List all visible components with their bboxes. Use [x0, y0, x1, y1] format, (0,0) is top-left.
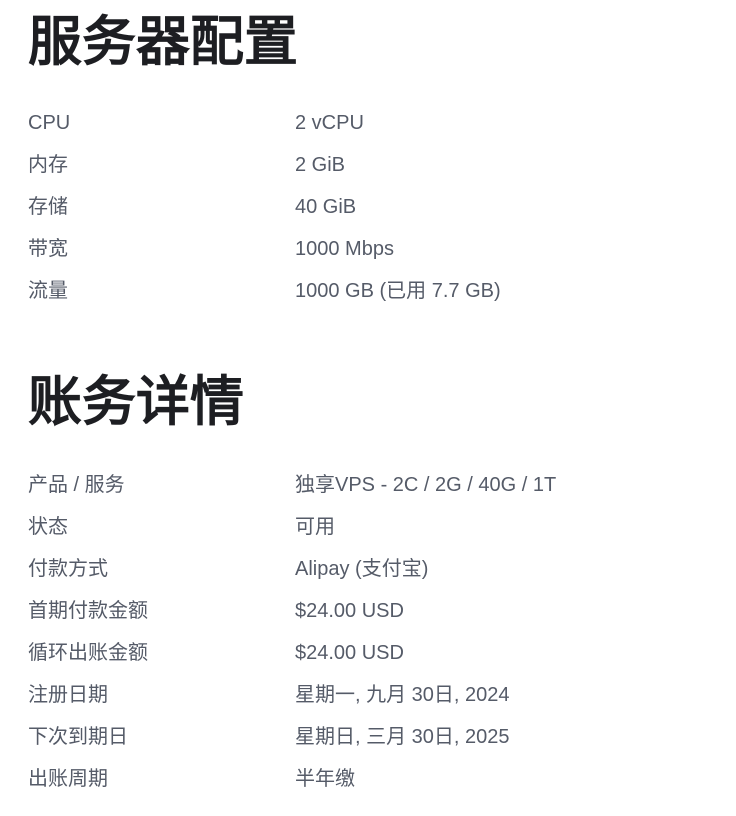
- billing-value-registration-date: 星期一, 九月 30日, 2024: [295, 684, 510, 706]
- spec-value-traffic: 1000 GB (已用 7.7 GB): [295, 280, 501, 302]
- billing-details-table-body: 产品 / 服务 独享VPS - 2C / 2G / 40G / 1T 状态 可用…: [28, 464, 715, 800]
- spec-value-memory: 2 GiB: [295, 154, 346, 176]
- server-config-table: CPU 2 vCPU 内存 2 GiB 存储 40 GiB 带宽 1000 Mb…: [28, 102, 715, 312]
- billing-label-status: 状态: [28, 516, 68, 538]
- table-row: 内存 2 GiB: [28, 144, 715, 186]
- server-config-table-body: CPU 2 vCPU 内存 2 GiB 存储 40 GiB 带宽 1000 Mb…: [28, 102, 715, 312]
- billing-value-first-payment: $24.00 USD: [295, 600, 404, 622]
- spec-label-bandwidth: 带宽: [28, 238, 68, 260]
- server-config-heading: 服务器配置: [28, 12, 298, 72]
- billing-details-heading: 账务详情: [28, 372, 244, 432]
- spec-label-traffic: 流量: [28, 280, 68, 302]
- table-row: 状态 可用: [28, 506, 715, 548]
- table-row: 付款方式 Alipay (支付宝): [28, 548, 715, 590]
- billing-details-section: 账务详情 产品 / 服务 独享VPS - 2C / 2G / 40G / 1T …: [28, 368, 715, 800]
- billing-label-next-due-date: 下次到期日: [28, 726, 128, 748]
- billing-label-product: 产品 / 服务: [28, 474, 125, 496]
- billing-label-first-payment: 首期付款金额: [28, 600, 148, 622]
- table-row: 流量 1000 GB (已用 7.7 GB): [28, 270, 715, 312]
- spec-label-memory: 内存: [28, 154, 68, 176]
- billing-label-payment-method: 付款方式: [28, 558, 108, 580]
- billing-value-billing-cycle: 半年缴: [295, 768, 355, 790]
- billing-label-billing-cycle: 出账周期: [28, 768, 108, 790]
- table-row: 存储 40 GiB: [28, 186, 715, 228]
- spec-label-storage: 存储: [28, 196, 68, 218]
- spec-value-bandwidth: 1000 Mbps: [295, 238, 394, 260]
- billing-value-product: 独享VPS - 2C / 2G / 40G / 1T: [295, 474, 557, 496]
- billing-details-table: 产品 / 服务 独享VPS - 2C / 2G / 40G / 1T 状态 可用…: [28, 464, 715, 800]
- spec-value-cpu: 2 vCPU: [295, 112, 364, 134]
- table-row: 出账周期 半年缴: [28, 758, 715, 800]
- billing-value-payment-method: Alipay (支付宝): [295, 558, 429, 580]
- table-row: 首期付款金额 $24.00 USD: [28, 590, 715, 632]
- billing-label-recurring-amount: 循环出账金额: [28, 642, 148, 664]
- table-row: 带宽 1000 Mbps: [28, 228, 715, 270]
- server-config-section: 服务器配置 CPU 2 vCPU 内存 2 GiB 存储 40 GiB 带宽 1…: [28, 8, 715, 312]
- table-row: 注册日期 星期一, 九月 30日, 2024: [28, 674, 715, 716]
- billing-value-recurring-amount: $24.00 USD: [295, 642, 404, 664]
- table-row: 循环出账金额 $24.00 USD: [28, 632, 715, 674]
- table-row: 下次到期日 星期日, 三月 30日, 2025: [28, 716, 715, 758]
- billing-value-status: 可用: [295, 516, 335, 538]
- page-root: 服务器配置 CPU 2 vCPU 内存 2 GiB 存储 40 GiB 带宽 1…: [0, 0, 736, 816]
- spec-value-storage: 40 GiB: [295, 196, 357, 218]
- table-row: CPU 2 vCPU: [28, 102, 715, 144]
- billing-label-registration-date: 注册日期: [28, 684, 108, 706]
- table-row: 产品 / 服务 独享VPS - 2C / 2G / 40G / 1T: [28, 464, 715, 506]
- spec-label-cpu: CPU: [28, 112, 71, 134]
- billing-value-next-due-date: 星期日, 三月 30日, 2025: [295, 726, 510, 748]
